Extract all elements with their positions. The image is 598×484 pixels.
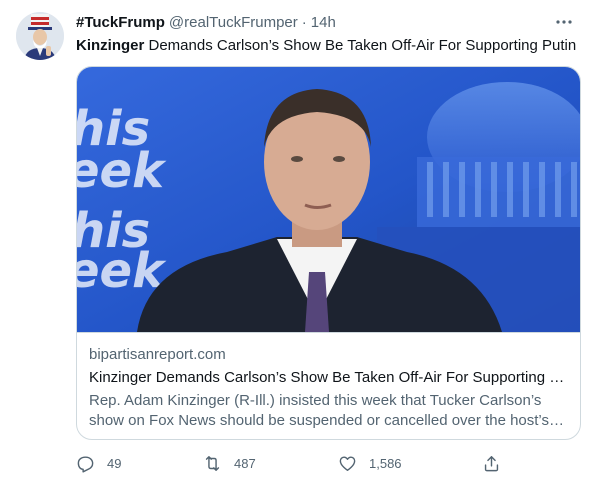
retweet-button[interactable]: 487 [203, 451, 256, 475]
reply-icon [77, 455, 94, 473]
tweet-actions: 49 487 1,586 [76, 451, 516, 475]
card-title: Kinzinger Demands Carlson’s Show Be Take… [89, 369, 570, 386]
more-horizontal-icon [556, 20, 572, 24]
timestamp[interactable]: 14h [311, 14, 336, 31]
share-button[interactable] [482, 451, 501, 475]
card-image-logo-bottom-2: eek [77, 243, 167, 299]
tweet-header: #TuckFrump @realTuckFrumper · 14h [76, 12, 582, 32]
card-image-logo-bottom: eek [77, 143, 167, 199]
user-handle[interactable]: @realTuckFrumper [169, 14, 298, 31]
card-body: bipartisanreport.com Kinzinger Demands C… [77, 332, 580, 439]
heart-icon [339, 455, 356, 471]
more-options-button[interactable] [552, 10, 576, 34]
link-card[interactable]: his eek his eek bipartisanreport.com Kin… [76, 66, 581, 440]
tweet-text-bold: Kinzinger [76, 37, 145, 54]
share-icon [484, 455, 499, 471]
separator-dot: · [301, 13, 307, 31]
tweet-text-rest: Demands Carlson’s Show Be Taken Off-Air … [144, 37, 577, 54]
retweet-count: 487 [234, 455, 256, 471]
avatar[interactable] [16, 12, 64, 60]
card-description: Rep. Adam Kinzinger (R-Ill.) insisted th… [89, 392, 549, 429]
retweet-icon [205, 455, 220, 471]
like-count: 1,586 [369, 455, 402, 471]
uncle-sam-avatar-image [16, 12, 64, 60]
reply-count: 49 [107, 455, 122, 471]
card-domain: bipartisanreport.com [89, 346, 226, 363]
like-button[interactable]: 1,586 [338, 451, 402, 475]
tweet-text: Kinzinger Demands Carlson’s Show Be Take… [76, 36, 582, 56]
display-name[interactable]: #TuckFrump [76, 14, 165, 31]
tweet[interactable]: #TuckFrump @realTuckFrumper · 14h Kinzin… [0, 0, 598, 484]
card-image: his eek his eek [77, 67, 580, 332]
reply-button[interactable]: 49 [76, 451, 121, 475]
